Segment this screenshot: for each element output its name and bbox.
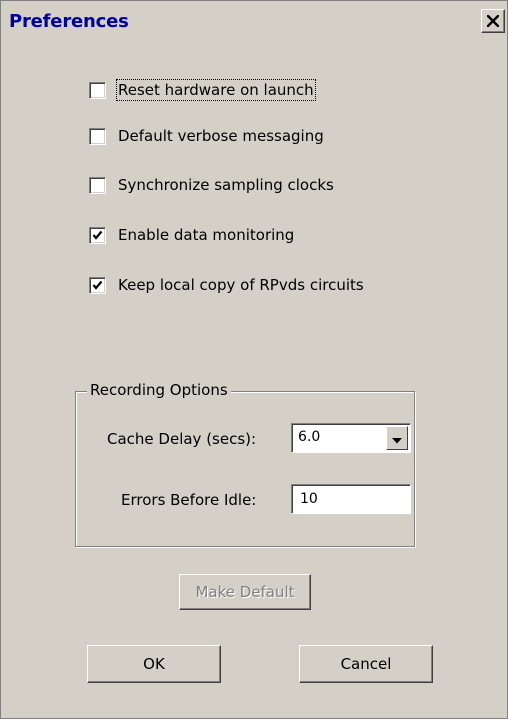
checkbox-verbose-messaging[interactable]: [89, 127, 106, 145]
cache-delay-select[interactable]: 6.0: [291, 423, 411, 453]
chevron-down-icon: [392, 429, 402, 448]
dialog-title: Preferences: [9, 11, 129, 32]
cache-delay-value: 6.0: [298, 429, 321, 445]
checkbox-label-reset-hardware[interactable]: Reset hardware on launch: [116, 79, 316, 101]
cancel-button[interactable]: Cancel: [299, 645, 433, 683]
errors-before-idle-value: 10: [300, 491, 318, 507]
checkbox-reset-hardware[interactable]: [89, 81, 106, 99]
checkbox-row-keep-rpvds[interactable]: Keep local copy of RPvds circuits: [89, 273, 364, 297]
make-default-button[interactable]: Make Default: [179, 574, 311, 610]
checkbox-label-sync-clocks[interactable]: Synchronize sampling clocks: [118, 176, 334, 194]
title-bar[interactable]: Preferences: [3, 3, 505, 41]
errors-before-idle-input[interactable]: 10: [291, 484, 411, 514]
errors-before-idle-label: Errors Before Idle:: [121, 491, 257, 509]
recording-options-label: Recording Options: [87, 381, 231, 399]
checkbox-row-reset-hardware[interactable]: Reset hardware on launch: [89, 78, 316, 102]
close-x-icon: [487, 15, 499, 27]
checkbox-keep-rpvds[interactable]: [89, 276, 106, 294]
ok-button[interactable]: OK: [87, 645, 221, 683]
close-button[interactable]: [481, 9, 505, 33]
checkmark-icon: [92, 280, 103, 290]
checkbox-row-data-monitoring[interactable]: Enable data monitoring: [89, 223, 294, 247]
checkmark-icon: [92, 230, 103, 240]
checkbox-data-monitoring[interactable]: [89, 226, 106, 244]
checkbox-row-verbose-messaging[interactable]: Default verbose messaging: [89, 124, 324, 148]
preferences-dialog: Preferences Reset hardware on launch Def…: [0, 0, 508, 719]
checkbox-row-sync-clocks[interactable]: Synchronize sampling clocks: [89, 173, 334, 197]
checkbox-sync-clocks[interactable]: [89, 176, 106, 194]
checkbox-label-keep-rpvds[interactable]: Keep local copy of RPvds circuits: [118, 276, 364, 294]
cache-delay-dropdown-button[interactable]: [386, 426, 408, 450]
checkbox-label-verbose-messaging[interactable]: Default verbose messaging: [118, 127, 324, 145]
recording-options-group: [75, 391, 415, 547]
checkbox-label-data-monitoring[interactable]: Enable data monitoring: [118, 226, 294, 244]
cache-delay-label: Cache Delay (secs):: [107, 430, 257, 448]
